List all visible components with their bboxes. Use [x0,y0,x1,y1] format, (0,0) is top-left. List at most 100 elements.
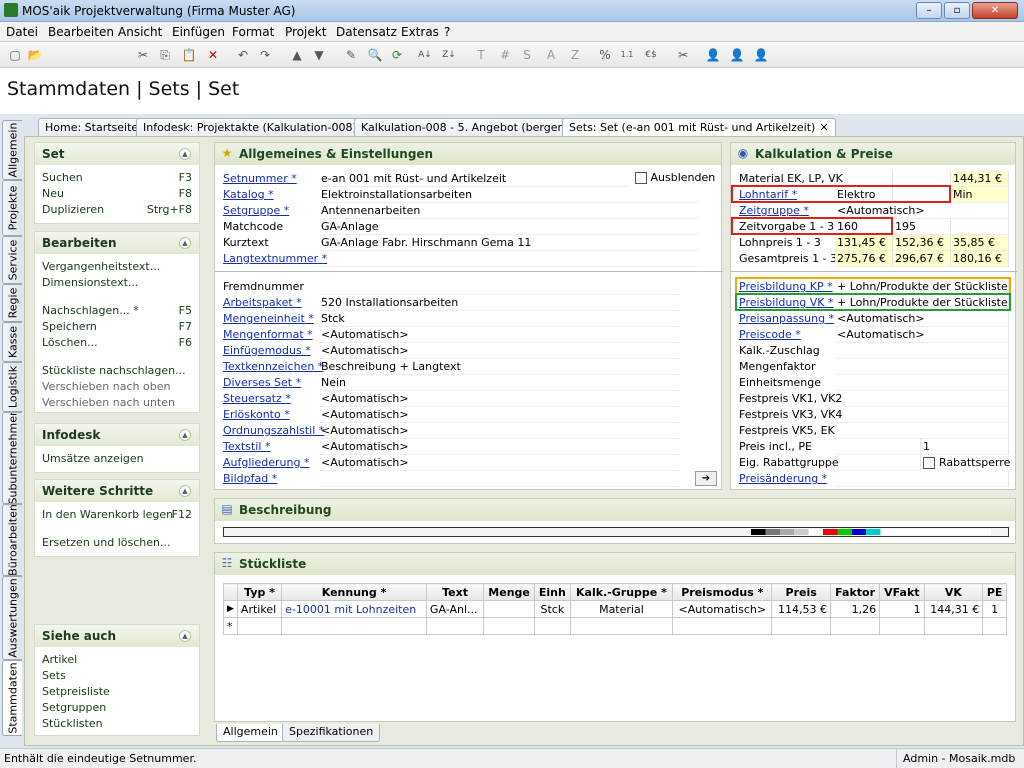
a-icon[interactable]: A [542,46,560,64]
table-cell[interactable]: Artikel [236,600,283,618]
field-value[interactable]: <Automatisch> [319,343,679,359]
task-stueckliste-nachschlagen[interactable]: Stückliste nachschlagen... [42,364,186,377]
menu-extras[interactable]: Extras [401,25,439,39]
task-neu[interactable]: Neu F8 [42,187,192,200]
tab-spezifikationen[interactable]: Spezifikationen [282,724,381,742]
doctab-infodesk[interactable]: Infodesk: Projektakte (Kalkulation-008)✕ [136,118,377,136]
new-icon[interactable]: ▢ [6,46,24,64]
color-palette[interactable] [751,529,991,535]
kalk-cell[interactable]: 35,85 € [951,235,1009,251]
kalk-cell[interactable] [835,375,1009,391]
field-label[interactable]: Textstil * [223,440,270,453]
vtab-regie[interactable]: Regie [2,284,22,322]
field-value[interactable]: <Automatisch> [319,407,679,423]
task-loeschen[interactable]: Löschen... F6 [42,336,192,349]
field-label[interactable]: Setgruppe * [223,204,289,217]
redo-icon[interactable]: ↷ [256,46,274,64]
vtab-stammdaten[interactable]: Stammdaten [2,660,22,736]
table-cell[interactable]: 114,53 € [771,600,832,618]
field-label[interactable]: Ordnungszahlstil * [223,424,324,437]
table-cell[interactable] [830,617,881,635]
field-value[interactable]: GA-Anlage Fabr. Hirschmann Gema 11 [319,235,699,251]
collapse-icon[interactable]: ▲ [179,148,191,160]
close-button[interactable]: ✕ [972,2,1018,19]
menu-datei[interactable]: Datei [6,25,38,39]
maximize-button[interactable]: ▫ [944,2,970,19]
field-value[interactable]: <Automatisch> [319,439,679,455]
taskgroup-bearbeiten-header[interactable]: Bearbeiten ▲ [35,232,199,254]
vtab-kasse[interactable]: Kasse [2,322,22,362]
collapse-icon[interactable]: ▲ [179,630,191,642]
kalk-cell[interactable]: 195 [893,219,951,235]
user-yellow-icon[interactable]: 👤 [728,46,746,64]
link-setgruppen[interactable]: Setgruppen [42,701,106,714]
column-header[interactable]: Preismodus * [672,583,773,601]
table-cell[interactable] [425,617,485,635]
kalk-cell[interactable] [835,455,921,471]
user-red-icon[interactable]: 👤 [752,46,770,64]
table-cell[interactable] [923,617,984,635]
field-label[interactable]: Aufgliederung * [223,456,309,469]
task-warenkorb[interactable]: In den Warenkorb legen F12 [42,508,192,521]
field-label[interactable]: Mengeneinheit * [223,312,314,325]
column-header[interactable]: Text [425,583,485,601]
field-label[interactable]: Diverses Set * [223,376,301,389]
table-cell[interactable]: Material [569,600,674,618]
vtab-subunternehmer[interactable]: Subunternehmer [2,412,22,504]
user-blue-icon[interactable]: 👤 [704,46,722,64]
kalk-label[interactable]: Preiscode * [739,328,801,341]
field-value[interactable]: Nein [319,375,679,391]
table-cell[interactable] [483,600,536,618]
currency-icon[interactable]: €$ [642,46,660,64]
table-cell[interactable] [879,617,925,635]
table-cell[interactable]: 1 [879,600,925,618]
field-value[interactable] [319,279,679,295]
column-header[interactable]: Kennung * [281,583,427,601]
taskgroup-infodesk-header[interactable]: Infodesk ▲ [35,424,199,446]
task-nachschlagen[interactable]: Nachschlagen... * F5 [42,304,192,317]
delete-icon[interactable]: ✕ [204,46,222,64]
link-sets[interactable]: Sets [42,669,66,682]
field-label[interactable]: Katalog * [223,188,274,201]
field-label[interactable]: Textkennzeichen * [223,360,323,373]
checkbox-icon[interactable] [923,457,935,469]
row-marker[interactable]: ▶ [223,600,238,618]
taskgroup-siehe-header[interactable]: Siehe auch ▲ [35,625,199,647]
column-header[interactable]: Faktor [830,583,881,601]
table-cell[interactable]: Stck [534,600,571,618]
field-label[interactable]: Setnummer * [223,172,297,185]
field-label[interactable]: Langtextnummer * [223,252,327,265]
bildpfad-browse-button[interactable]: ➔ [695,471,717,486]
table-cell[interactable] [982,617,1007,635]
field-value[interactable]: GA-Anlage [319,219,699,235]
column-header[interactable]: Typ * [236,583,283,601]
menu-ansicht[interactable]: Ansicht [118,25,162,39]
field-label[interactable]: Erlöskonto * [223,408,290,421]
column-header[interactable]: VK [923,583,984,601]
kalk-cell[interactable]: Min [951,187,1009,203]
field-label[interactable]: Steuersatz * [223,392,291,405]
percent-icon[interactable]: % [596,46,614,64]
menu-bearbeiten[interactable]: Bearbeiten [48,25,114,39]
task-suchen[interactable]: Suchen F3 [42,171,192,184]
field-value[interactable]: 520 Installationsarbeiten [319,295,679,311]
table-cell[interactable]: e-10001 mit Lohnzeiten [281,600,427,618]
menu-einfuegen[interactable]: Einfügen [172,25,225,39]
kalk-cell[interactable] [835,471,1009,487]
doctab-home[interactable]: Home: Startseite [38,118,146,136]
refresh-icon[interactable]: ⟳ [388,46,406,64]
kalk-cell[interactable] [835,391,1009,407]
rabattsperre-checkbox[interactable]: Rabattsperre [923,456,1010,469]
field-value[interactable]: <Automatisch> [319,391,679,407]
kalk-label[interactable]: Preisanpassung * [739,312,834,325]
table-cell[interactable] [236,617,283,635]
table-cell[interactable] [483,617,536,635]
vtab-service[interactable]: Service [2,236,22,284]
table-cell[interactable] [569,617,674,635]
z-icon[interactable]: Z [566,46,584,64]
field-label[interactable]: Bildpfad * [223,472,277,485]
field-value[interactable] [319,251,699,267]
s-icon[interactable]: S [518,46,536,64]
split-icon[interactable]: ✂ [674,46,692,64]
table-cell[interactable]: 144,31 € [923,600,984,618]
